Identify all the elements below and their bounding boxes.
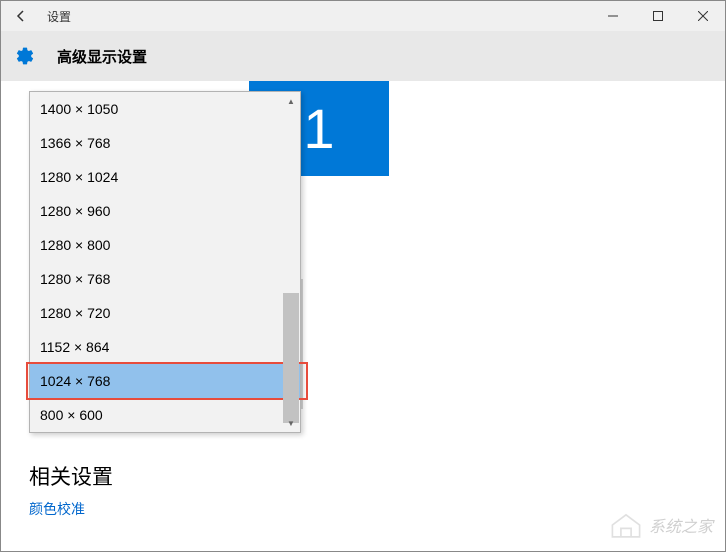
dropdown-scrollbar[interactable]: ▲ ▼ — [283, 93, 299, 431]
back-button[interactable] — [9, 4, 33, 28]
resolution-option[interactable]: 1400 × 1050 — [30, 92, 300, 126]
resolution-option[interactable]: 1280 × 720 — [30, 296, 300, 330]
header: 高级显示设置 — [1, 31, 725, 81]
resolution-option[interactable]: 1280 × 1024 — [30, 160, 300, 194]
maximize-icon — [653, 11, 663, 21]
resolution-option[interactable]: 1280 × 960 — [30, 194, 300, 228]
resolution-option[interactable]: 1280 × 768 — [30, 262, 300, 296]
minimize-button[interactable] — [590, 1, 635, 31]
resolution-option[interactable]: 1366 × 768 — [30, 126, 300, 160]
maximize-button[interactable] — [635, 1, 680, 31]
resolution-option[interactable]: 800 × 600 — [30, 398, 300, 432]
arrow-left-icon — [14, 9, 28, 23]
page-title: 高级显示设置 — [57, 46, 147, 67]
monitor-number: 1 — [303, 96, 334, 161]
close-icon — [698, 11, 708, 21]
highlight-annotation — [26, 362, 308, 400]
gear-icon — [15, 46, 35, 66]
window-controls — [590, 1, 725, 31]
content-area: 1 1400 × 10501366 × 7681280 × 10241280 ×… — [1, 81, 725, 551]
scroll-up-icon[interactable]: ▲ — [283, 93, 299, 109]
related-settings-heading: 相关设置 — [29, 461, 113, 491]
watermark-text: 系统之家 — [649, 513, 713, 537]
watermark: 系统之家 — [609, 511, 713, 539]
color-calibration-link[interactable]: 颜色校准 — [29, 499, 85, 519]
resolution-dropdown: 1400 × 10501366 × 7681280 × 10241280 × 9… — [29, 91, 301, 433]
window-title: 设置 — [47, 8, 71, 25]
resolution-option[interactable]: 1024 × 768 — [30, 364, 300, 398]
resolution-option[interactable]: 1280 × 800 — [30, 228, 300, 262]
close-button[interactable] — [680, 1, 725, 31]
scroll-down-icon[interactable]: ▼ — [283, 415, 299, 431]
watermark-icon — [609, 511, 643, 539]
scroll-thumb[interactable] — [283, 293, 299, 423]
resolution-option[interactable]: 1152 × 864 — [30, 330, 300, 364]
titlebar: 设置 — [1, 1, 725, 31]
minimize-icon — [608, 11, 618, 21]
